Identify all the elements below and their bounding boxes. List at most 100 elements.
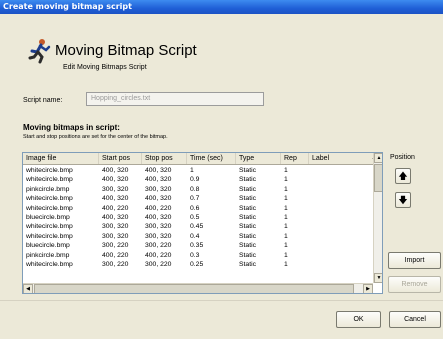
title-bar[interactable]: Create moving bitmap script	[0, 0, 443, 14]
cell-rep: 1	[284, 251, 288, 259]
cell-rep: 1	[284, 242, 288, 250]
running-man-icon	[28, 39, 51, 64]
footer-divider	[0, 300, 443, 301]
cell-type: Static	[239, 213, 256, 221]
column-header-stop-pos[interactable]: Stop pos	[142, 153, 187, 164]
table-row[interactable]: whitecircle.bmp 300, 220 300, 220 0.25 Stati…	[23, 260, 373, 269]
cell-type: Static	[239, 167, 256, 174]
cell-stop-pos: 400, 220	[145, 204, 172, 212]
arrow-down-icon: 🡇	[398, 195, 408, 205]
table-row[interactable]: whitecircle.bmp 400, 220 400, 220 0.6 Static…	[23, 204, 373, 213]
table-row[interactable]: bluecircle.bmp 300, 220 300, 220 0.35 Static…	[23, 241, 373, 250]
cell-rep: 1	[284, 260, 288, 268]
table-row[interactable]: whitecircle.bmp 300, 320 300, 320 0.4 Static…	[23, 232, 373, 241]
cell-start-pos: 300, 320	[102, 232, 129, 240]
cell-start-pos: 400, 320	[102, 213, 129, 221]
cell-image-file: pinkcircle.bmp	[26, 251, 70, 259]
remove-button[interactable]: Remove	[388, 276, 441, 293]
cell-time: 0.6	[190, 204, 200, 212]
cell-type: Static	[239, 223, 256, 231]
table-row[interactable]: whitecircle.bmp 400, 320 400, 320 1 Static 1	[23, 166, 373, 175]
arrow-up-icon: 🡅	[398, 171, 408, 181]
window-title: Create moving bitmap script	[3, 2, 132, 11]
column-header-start-pos[interactable]: Start pos	[99, 153, 142, 164]
cell-time: 0.25	[190, 260, 204, 268]
cell-stop-pos: 400, 320	[145, 176, 172, 184]
bitmaps-list[interactable]: Image file Start pos Stop pos Time (sec)…	[22, 152, 383, 294]
import-button[interactable]: Import	[388, 252, 441, 269]
cell-rep: 1	[284, 167, 288, 174]
cell-stop-pos: 400, 320	[145, 195, 172, 203]
cell-rep: 1	[284, 223, 288, 231]
bitmaps-section-title: Moving bitmaps in script:	[23, 123, 120, 132]
column-header-rep[interactable]: Rep	[281, 153, 309, 164]
cancel-button[interactable]: Cancel	[389, 311, 441, 328]
cell-stop-pos: 300, 220	[145, 260, 172, 268]
page-title: Moving Bitmap Script	[55, 42, 197, 59]
cell-time: 0.8	[190, 185, 200, 193]
table-row[interactable]: whitecircle.bmp 400, 320 400, 320 0.7 Static…	[23, 194, 373, 203]
cell-image-file: whitecircle.bmp	[26, 195, 73, 203]
table-row[interactable]: pinkcircle.bmp 300, 320 300, 320 0.8 Static 1	[23, 185, 373, 194]
script-name-label: Script name:	[23, 97, 63, 104]
cell-time: 0.45	[190, 223, 204, 231]
cell-type: Static	[239, 195, 256, 203]
column-header-type[interactable]: Type	[236, 153, 281, 164]
table-row[interactable]: pinkcircle.bmp 400, 220 400, 220 0.3 Static 1	[23, 251, 373, 260]
cell-type: Static	[239, 251, 256, 259]
cell-start-pos: 300, 320	[102, 223, 129, 231]
cell-rep: 1	[284, 185, 288, 193]
table-row[interactable]: whitecircle.bmp 400, 320 400, 320 0.9 Static…	[23, 175, 373, 184]
cell-rep: 1	[284, 232, 288, 240]
cell-type: Static	[239, 260, 256, 268]
cell-image-file: whitecircle.bmp	[26, 167, 73, 174]
column-header-time[interactable]: Time (sec)	[187, 153, 236, 164]
bitmaps-section-note: Start and stop positions are set for the…	[23, 134, 168, 140]
ok-button[interactable]: OK	[336, 311, 381, 328]
cell-time: 0.35	[190, 242, 204, 250]
cell-time: 0.3	[190, 251, 200, 259]
cell-type: Static	[239, 176, 256, 184]
cell-start-pos: 400, 320	[102, 176, 129, 184]
scroll-up-icon[interactable]: ▲	[374, 153, 382, 163]
vertical-scrollbar[interactable]: ▲ ▼	[373, 153, 382, 283]
cell-time: 0.4	[190, 232, 200, 240]
page-subtitle: Edit Moving Bitmaps Script	[63, 64, 147, 71]
cell-start-pos: 400, 220	[102, 204, 129, 212]
cell-image-file: whitecircle.bmp	[26, 260, 73, 268]
position-label: Position	[390, 154, 415, 161]
cell-stop-pos: 300, 320	[145, 185, 172, 193]
scroll-thumb[interactable]	[374, 164, 382, 192]
move-up-button[interactable]: 🡅	[395, 168, 411, 184]
table-row[interactable]: bluecircle.bmp 400, 320 400, 320 0.5 Static 1	[23, 213, 373, 222]
scroll-thumb-horizontal[interactable]	[34, 284, 354, 293]
dialog-window: Create moving bitmap script Moving Bitma…	[0, 0, 443, 339]
cell-rep: 1	[284, 176, 288, 184]
scroll-right-icon[interactable]: ▶	[363, 284, 373, 293]
column-header-label[interactable]: Label	[309, 153, 369, 164]
cell-rep: 1	[284, 195, 288, 203]
cell-image-file: whitecircle.bmp	[26, 223, 73, 231]
cell-image-file: whitecircle.bmp	[26, 176, 73, 184]
cell-start-pos: 400, 320	[102, 195, 129, 203]
cell-image-file: bluecircle.bmp	[26, 213, 70, 221]
move-down-button[interactable]: 🡇	[395, 192, 411, 208]
cell-type: Static	[239, 242, 256, 250]
cell-stop-pos: 300, 320	[145, 232, 172, 240]
cell-image-file: bluecircle.bmp	[26, 242, 70, 250]
cell-stop-pos: 400, 220	[145, 251, 172, 259]
cell-image-file: whitecircle.bmp	[26, 204, 73, 212]
scroll-left-icon[interactable]: ◀	[23, 284, 33, 293]
column-header-image-file[interactable]: Image file	[23, 153, 99, 164]
script-name-field[interactable]: Hopping_circles.txt	[86, 92, 264, 106]
horizontal-scrollbar[interactable]: ◀ ▶	[23, 283, 373, 293]
cell-start-pos: 300, 220	[102, 260, 129, 268]
scroll-down-icon[interactable]: ▼	[374, 273, 382, 283]
cell-start-pos: 300, 320	[102, 185, 129, 193]
cell-start-pos: 400, 220	[102, 251, 129, 259]
table-row[interactable]: whitecircle.bmp 300, 320 300, 320 0.45 Stati…	[23, 222, 373, 231]
cell-image-file: whitecircle.bmp	[26, 232, 73, 240]
cell-stop-pos: 300, 320	[145, 223, 172, 231]
cell-image-file: pinkcircle.bmp	[26, 185, 70, 193]
cell-time: 0.5	[190, 213, 200, 221]
